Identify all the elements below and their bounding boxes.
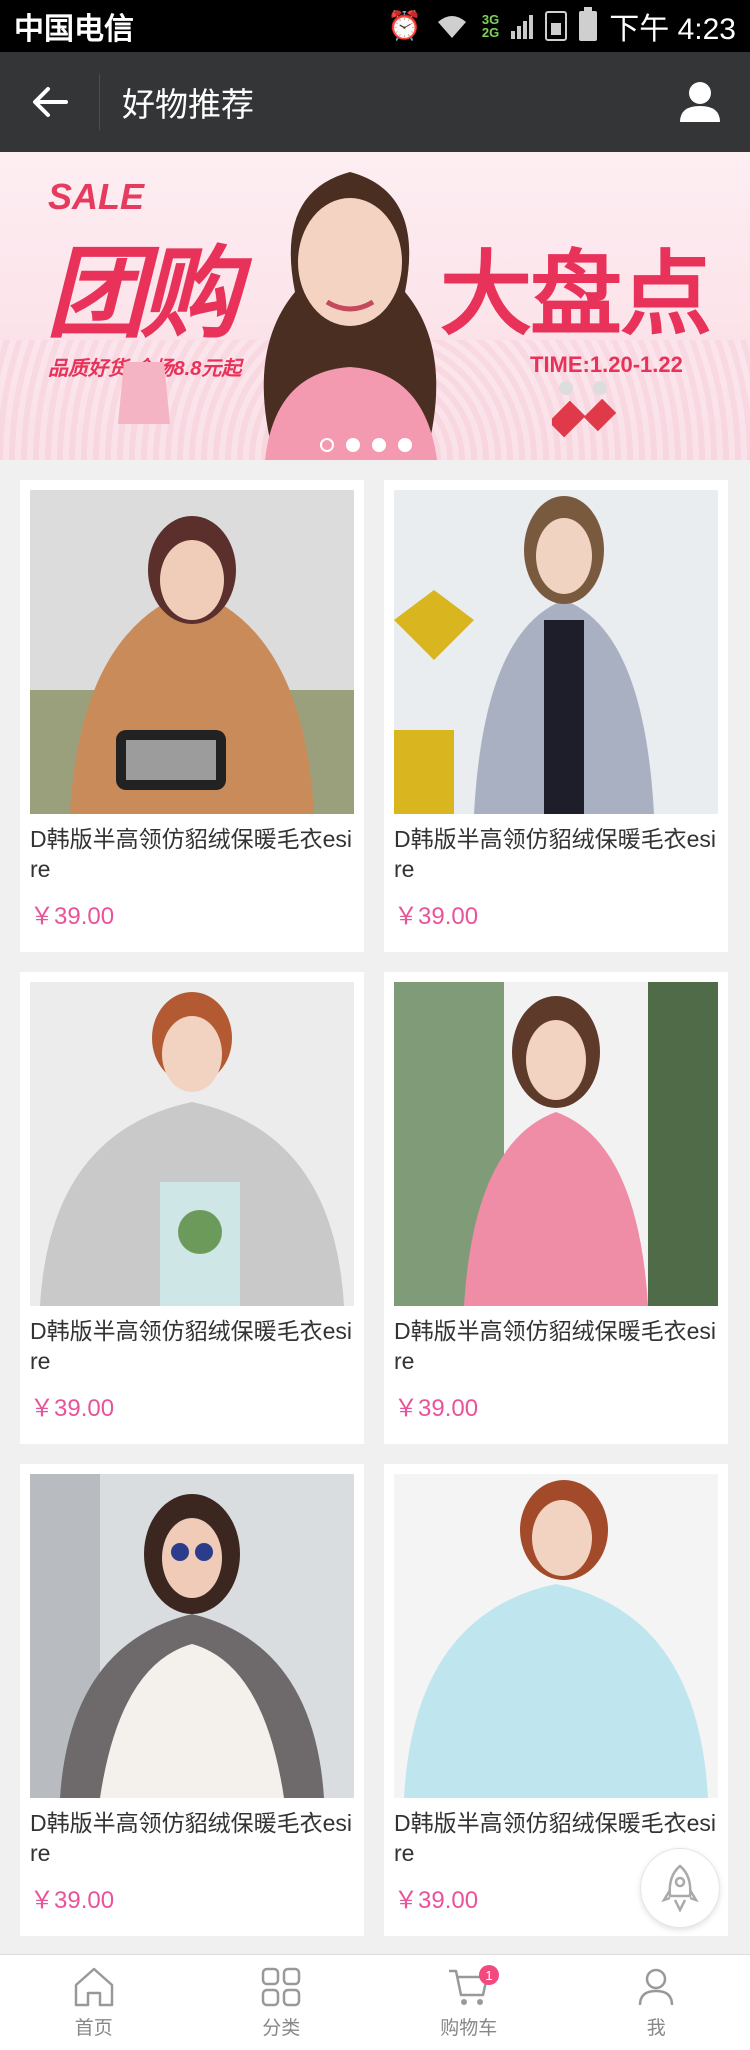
product-card[interactable]: D韩版半高领仿貂绒保暖毛衣esire ￥39.00 (20, 972, 364, 1444)
product-price: ￥39.00 (394, 1395, 479, 1422)
home-icon (74, 1967, 113, 2007)
product-name: D韩版半高领仿貂绒保暖毛衣esire (30, 826, 353, 882)
sim-icon (545, 11, 568, 41)
product-grid: D韩版半高领仿貂绒保暖毛衣esire ￥39.00 D韩版半高领仿貂绒保暖毛衣e… (20, 480, 730, 1936)
product-price: ￥39.00 (30, 1887, 115, 1914)
product-name: D韩版半高领仿貂绒保暖毛衣esire (394, 826, 717, 882)
user-icon (680, 82, 720, 122)
tab-label: 分类 (262, 2018, 301, 2039)
status-icons: ⏰ 3G 2G 下午 4:23 (387, 4, 736, 48)
status-bar: 中国电信 ⏰ 3G 2G 下午 4:23 (0, 0, 750, 52)
app-header: 好物推荐 (0, 52, 750, 152)
bottom-tab-bar: 首页 分类 1 购物车 我 (0, 1954, 750, 2050)
product-card[interactable]: D韩版半高领仿貂绒保暖毛衣esire ￥39.00 (20, 1464, 364, 1936)
banner-dot[interactable] (398, 438, 412, 452)
product-image (30, 1474, 354, 1798)
tab-label: 首页 (74, 2018, 113, 2039)
network-type-label: 3G 2G (481, 12, 500, 40)
banner-dot[interactable] (346, 438, 360, 452)
product-price: ￥39.00 (394, 903, 479, 930)
product-price: ￥39.00 (30, 1395, 115, 1422)
carrier-label: 中国电信 (14, 13, 134, 46)
user-outline-icon (639, 1968, 674, 2006)
alarm-icon: ⏰ (387, 10, 422, 41)
banner-model-image (263, 172, 437, 460)
clock-label: 下午 4:23 (609, 13, 736, 46)
product-image (394, 490, 718, 814)
arrow-left-icon (32, 87, 68, 117)
product-card[interactable]: D韩版半高领仿貂绒保暖毛衣esire ￥39.00 (384, 480, 728, 952)
promo-banner[interactable]: SALE 团购 大盘点 品质好货 全场8.8元起 TIME:1.20-1.22 (0, 152, 750, 460)
product-name: D韩版半高领仿貂绒保暖毛衣esire (30, 1810, 353, 1866)
tab-home[interactable]: 首页 (0, 1955, 188, 2050)
grid-icon (262, 1967, 301, 2007)
signal-icon (511, 13, 534, 39)
product-image (394, 1474, 718, 1798)
profile-button[interactable] (650, 52, 750, 152)
product-price: ￥39.00 (30, 903, 115, 930)
product-card[interactable]: D韩版半高领仿貂绒保暖毛衣esire ￥39.00 (20, 480, 364, 952)
cart-count-badge: 1 (479, 1965, 499, 1985)
tab-me[interactable]: 我 (563, 1955, 750, 2050)
banner-time-range: TIME:1.20-1.22 (530, 352, 683, 377)
product-card[interactable]: D韩版半高领仿貂绒保暖毛衣esire ￥39.00 (384, 972, 728, 1444)
wifi-icon (437, 16, 466, 38)
banner-earring-image (552, 381, 616, 438)
banner-dot-active[interactable] (320, 438, 334, 452)
tab-label: 我 (646, 2018, 666, 2039)
product-name: D韩版半高领仿貂绒保暖毛衣esire (394, 1318, 717, 1374)
product-image (30, 490, 354, 814)
banner-pagination (320, 438, 412, 452)
product-name: D韩版半高领仿貂绒保暖毛衣esire (30, 1318, 353, 1374)
product-image (30, 982, 354, 1306)
back-to-top-button[interactable] (640, 1848, 720, 1928)
rocket-icon (661, 1864, 699, 1912)
tab-label: 购物车 (440, 2018, 498, 2039)
tab-cart[interactable]: 1 购物车 (375, 1955, 563, 2050)
tab-category[interactable]: 分类 (188, 1955, 376, 2050)
banner-skirt-image (118, 362, 170, 424)
page-title: 好物推荐 (122, 86, 254, 123)
battery-icon (579, 7, 598, 41)
back-button[interactable] (0, 74, 100, 130)
product-image (394, 982, 718, 1306)
banner-dot[interactable] (372, 438, 386, 452)
